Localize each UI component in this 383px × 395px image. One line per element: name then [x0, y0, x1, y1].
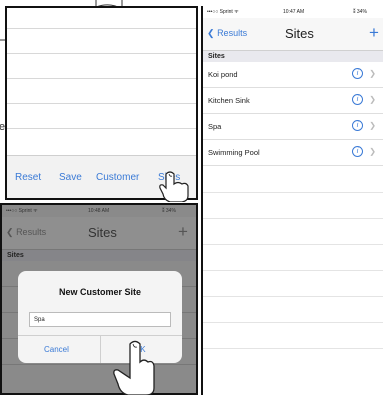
status-bar: •••○○ Sprint ᯤ 10:47 AM ⁑ 34% [203, 6, 383, 18]
customer-button[interactable]: Customer [96, 172, 139, 183]
battery-label: ⁑ 34% [353, 9, 367, 15]
page-title: Sites [88, 225, 117, 240]
add-button[interactable]: + [178, 222, 188, 242]
panel-sites-list: •••○○ Sprint ᯤ 10:47 AM ⁑ 34% ❮ Results … [201, 6, 383, 395]
save-button[interactable]: Save [59, 172, 82, 183]
chevron-right-icon: ❯ [369, 147, 376, 156]
back-button[interactable]: ❮ Results [6, 227, 46, 238]
chevron-right-icon: ❯ [369, 121, 376, 130]
battery-label: ⁑ 34% [162, 208, 176, 214]
info-icon[interactable]: i [352, 146, 363, 157]
list-item[interactable]: Spa i ❯ [203, 114, 383, 140]
chevron-right-icon: ❯ [369, 69, 376, 78]
reset-button[interactable]: Reset [15, 172, 41, 183]
info-icon[interactable]: i [352, 94, 363, 105]
page-title: Sites [285, 26, 314, 41]
cancel-button[interactable]: Cancel [44, 345, 69, 354]
list-item[interactable]: Swimming Pool i ❯ [203, 140, 383, 166]
chevron-left-icon: ❮ [207, 28, 215, 38]
info-icon[interactable]: i [352, 68, 363, 79]
list-item[interactable]: Koi pond i ❯ [203, 62, 383, 88]
alert-title: New Customer Site [58, 287, 142, 297]
add-button[interactable]: + [369, 23, 379, 43]
carrier-label: •••○○ Sprint ᯤ [6, 208, 38, 214]
carrier-label: •••○○ Sprint ᯤ [207, 9, 239, 15]
time-label: 10:47 AM [283, 9, 305, 15]
nav-bar: ❮ Results Sites + [2, 217, 196, 250]
chevron-left-icon: ❮ [6, 227, 14, 237]
back-label: Results [16, 227, 47, 237]
status-bar: •••○○ Sprint ᯤ 10:48 AM ⁑ 34% [2, 205, 196, 217]
info-icon[interactable]: i [352, 120, 363, 131]
section-header: Sites [2, 250, 196, 261]
hand-pointer-icon-sites [159, 171, 189, 202]
panel-new-site-dialog: •••○○ Sprint ᯤ 10:48 AM ⁑ 34% ❮ Results … [0, 203, 198, 395]
nav-bar: ❮ Results Sites + [203, 18, 383, 51]
hand-pointer-icon-ok [113, 340, 155, 395]
back-button[interactable]: ❮ Results [207, 28, 247, 39]
back-label: Results [217, 28, 248, 38]
site-name-input[interactable]: Spa [29, 312, 171, 327]
list-item[interactable]: Kitchen Sink i ❯ [203, 88, 383, 114]
section-header: Sites [203, 51, 383, 62]
chevron-right-icon: ❯ [369, 95, 376, 104]
time-label: 10:48 AM [88, 208, 110, 214]
